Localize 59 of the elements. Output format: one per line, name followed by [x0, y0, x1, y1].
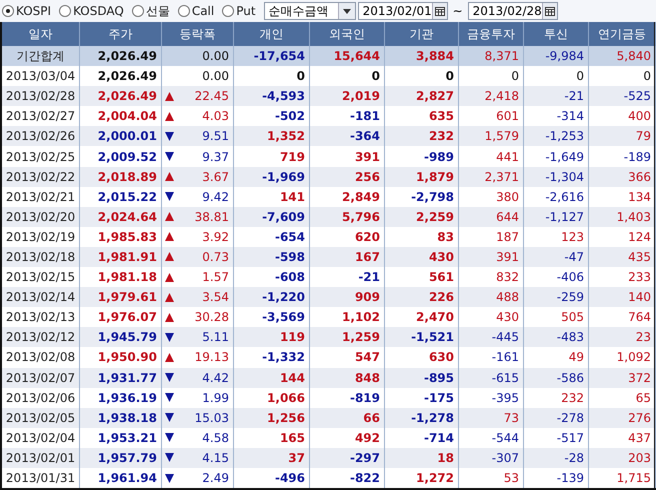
- market-radio[interactable]: Call: [178, 4, 214, 18]
- change-cell: 4.03: [202, 109, 229, 124]
- change-cell: 5.11: [202, 330, 229, 344]
- change-cell: 0.00: [202, 49, 229, 64]
- value-cell: 53: [459, 468, 524, 488]
- calendar-button[interactable]: [542, 3, 557, 19]
- change-cell: 4.42: [202, 370, 229, 385]
- change-cell: 4.58: [202, 430, 229, 445]
- value-cell: -139: [524, 468, 589, 488]
- change-cell: 4.15: [202, 450, 229, 465]
- market-radio[interactable]: KOSDAQ: [59, 4, 124, 18]
- table-row[interactable]: 2013/02/21 2,015.22 9.42 141 2,849 -2,798 380 -2,616 134: [2, 186, 654, 207]
- total-row[interactable]: 기간합계 2,026.49 0.00 -17,654 15,644 3,884 8,371 -9,984 5,840: [2, 46, 654, 66]
- change-cell: 3.54: [202, 290, 229, 304]
- table-row[interactable]: 2013/02/28 2,026.49 22.45 -4,593 2,019 2,827 2,418 -21 -525: [2, 86, 654, 106]
- value-cell: -822: [310, 468, 385, 488]
- calendar-button[interactable]: [432, 3, 447, 19]
- value-cell: 1,272: [385, 468, 459, 488]
- market-radio[interactable]: KOSPI: [2, 4, 52, 18]
- caret-icon: [342, 8, 351, 14]
- market-radio[interactable]: Put: [222, 4, 256, 18]
- measure-dropdown[interactable]: 순매수금액: [264, 2, 356, 20]
- calendar-icon: [544, 6, 555, 16]
- change-cell: 1.99: [202, 390, 229, 405]
- table-row[interactable]: 2013/02/06 1,936.19 1.99 1,066 -819 -175 -395 232 65: [2, 388, 654, 408]
- value-cell: -496: [234, 468, 310, 488]
- change-cell: 30.28: [194, 310, 229, 324]
- change-cell: 2.49: [202, 471, 229, 486]
- value-cell: 1,715: [589, 468, 656, 488]
- date-cell: 2013/01/31: [2, 468, 80, 488]
- range-separator: ~: [452, 4, 463, 18]
- market-radio[interactable]: 선물: [132, 2, 170, 20]
- table-row[interactable]: 2013/02/26 2,000.01 9.51 1,352 -364 232 1,579 -1,253 79: [2, 126, 654, 146]
- change-cell: 3.67: [202, 170, 229, 184]
- table-row[interactable]: 2013/02/07 1,931.77 4.42 144 848 -895 -615 -586 372: [2, 368, 654, 388]
- change-cell: 19.13: [194, 350, 229, 364]
- table-row[interactable]: 2013/02/01 1,957.79 4.15 37 -297 18 -307 -28 203: [2, 448, 654, 468]
- price-cell: 1,961.94: [80, 468, 162, 488]
- date-field[interactable]: 2013/02/01: [358, 2, 448, 20]
- table-row[interactable]: 2013/02/27 2,004.04 4.03 -502 -181 635 601 -314 400: [2, 106, 654, 126]
- table-row[interactable]: 2013/02/22 2,018.89 3.67 -1,969 256 1,879 2,371 -1,304 366: [2, 166, 654, 187]
- change-cell: 3.92: [202, 230, 229, 244]
- calendar-icon: [434, 6, 445, 16]
- change-cell: 1.57: [202, 270, 229, 284]
- date-field[interactable]: 2013/02/28: [468, 2, 558, 20]
- change-cell: 0.73: [202, 250, 229, 264]
- change-cell: 9.42: [202, 190, 229, 204]
- change-cell: 9.37: [202, 150, 229, 164]
- table-row[interactable]: 2013/02/05 1,938.18 15.03 1,256 66 -1,278 73 -278 276: [2, 408, 654, 428]
- table-row[interactable]: 2013/02/20 2,024.64 38.81 -7,609 5,796 2,259 644 -1,127 1,403: [2, 206, 654, 227]
- table-row[interactable]: 2013/02/13 1,976.07 30.28 -3,569 1,102 2,470 430 505 764: [2, 307, 654, 328]
- change-cell: 0.00: [202, 69, 229, 84]
- change-cell: 15.03: [194, 410, 229, 425]
- change-cell: 22.45: [194, 89, 229, 104]
- change-cell: 38.81: [194, 210, 229, 224]
- table-row[interactable]: 2013/02/18 1,981.91 0.73 -598 167 430 391 -47 435: [2, 246, 654, 268]
- table-row[interactable]: 2013/02/12 1,945.79 5.11 119 1,259 -1,521 -445 -483 23: [2, 327, 654, 348]
- change-cell: 9.51: [202, 129, 229, 144]
- table-row[interactable]: 2013/02/14 1,979.61 3.54 -1,220 909 226 488 -259 140: [2, 287, 654, 308]
